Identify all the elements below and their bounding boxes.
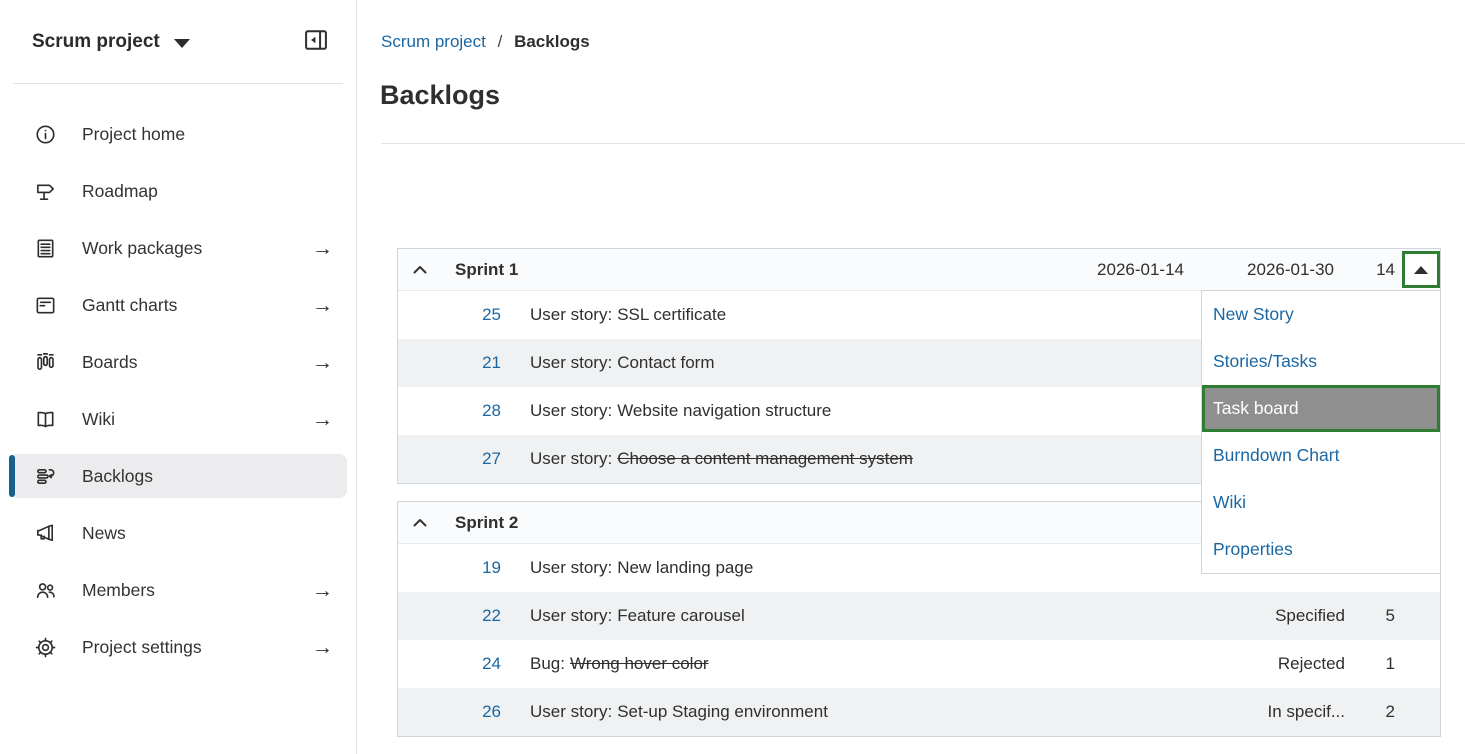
sidebar-item-members[interactable]: Members → — [9, 568, 347, 612]
sidebar-header: Scrum project — [0, 0, 356, 57]
wiki-icon — [34, 408, 61, 431]
work-package-title: User story:Choose a content management s… — [530, 449, 1175, 469]
sidebar-item-label: News — [82, 523, 333, 544]
sidebar-nav: Project home Roadmap Work packages → — [0, 84, 356, 669]
sprint-end-date: 2026-01-30 — [1184, 260, 1334, 280]
sidebar-item-label: Roadmap — [82, 181, 333, 202]
sidebar-item-project-home[interactable]: Project home — [9, 112, 347, 156]
sidebar-item-project-settings[interactable]: Project settings → — [9, 625, 347, 669]
work-packages-icon — [34, 237, 61, 260]
sidebar-item-label: Project settings — [82, 637, 312, 658]
project-name: Scrum project — [32, 31, 160, 53]
sprint-1-header: Sprint 1 2026-01-14 2026-01-30 14 — [398, 249, 1440, 291]
sprint-name: Sprint 1 — [442, 260, 1034, 280]
submenu-arrow-icon: → — [312, 637, 333, 658]
caret-down-icon — [174, 39, 190, 48]
work-package-id-link[interactable]: 22 — [398, 606, 501, 626]
table-row[interactable]: 22 User story:Feature carousel Specified… — [398, 592, 1440, 640]
work-package-points: 1 — [1345, 654, 1395, 674]
breadcrumb-separator: / — [498, 32, 503, 51]
work-package-status: Rejected — [1175, 654, 1345, 674]
sidebar-item-label: Project home — [82, 124, 333, 145]
menu-item-stories-tasks[interactable]: Stories/Tasks — [1202, 338, 1440, 385]
work-package-title: User story:Website navigation structure — [530, 401, 1175, 421]
breadcrumb-current: Backlogs — [514, 32, 590, 51]
breadcrumb: Scrum project / Backlogs — [381, 32, 590, 52]
submenu-arrow-icon: → — [312, 352, 333, 373]
menu-item-burndown-chart[interactable]: Burndown Chart — [1202, 432, 1440, 479]
app-window: Scrum project Project home — [0, 0, 1465, 754]
triangle-up-icon — [1414, 266, 1428, 274]
sprint-story-points: 14 — [1334, 260, 1395, 280]
menu-item-properties[interactable]: Properties — [1202, 526, 1440, 573]
menu-item-task-board[interactable]: Task board — [1202, 385, 1440, 432]
submenu-arrow-icon: → — [312, 409, 333, 430]
sidebar-item-backlogs[interactable]: Backlogs — [9, 454, 347, 498]
sidebar-item-label: Gantt charts — [82, 295, 312, 316]
roadmap-icon — [34, 180, 61, 203]
table-row[interactable]: 24 Bug:Wrong hover color Rejected 1 — [398, 640, 1440, 688]
work-package-points: 2 — [1345, 702, 1395, 722]
work-package-id-link[interactable]: 25 — [398, 305, 501, 325]
work-package-title: User story:SSL certificate — [530, 305, 1175, 325]
breadcrumb-project-link[interactable]: Scrum project — [381, 32, 486, 51]
sidebar-item-label: Members — [82, 580, 312, 601]
sidebar-item-label: Backlogs — [82, 466, 333, 487]
gantt-icon — [34, 294, 61, 317]
news-icon — [34, 522, 61, 545]
sidebar-item-wiki[interactable]: Wiki → — [9, 397, 347, 441]
main-content: Scrum project / Backlogs Backlogs Sprint… — [357, 0, 1465, 754]
title-divider — [381, 143, 1465, 144]
backlogs-icon — [34, 465, 61, 488]
sprint-menu-toggle-button[interactable] — [1402, 251, 1440, 288]
sprint-name: Sprint 2 — [442, 513, 1034, 533]
sprint-start-date: 2026-01-14 — [1034, 260, 1184, 280]
work-package-status: Specified — [1175, 606, 1345, 626]
chevron-up-icon — [413, 262, 427, 277]
submenu-arrow-icon: → — [312, 580, 333, 601]
work-package-title: User story:New landing page — [530, 558, 1175, 578]
collapse-sidebar-button[interactable] — [302, 26, 330, 57]
sidebar-item-roadmap[interactable]: Roadmap — [9, 169, 347, 213]
sidebar-item-label: Work packages — [82, 238, 312, 259]
sidebar-item-label: Boards — [82, 352, 312, 373]
sidebar-item-news[interactable]: News — [9, 511, 347, 555]
work-package-id-link[interactable]: 27 — [398, 449, 501, 469]
chevron-up-icon — [413, 515, 427, 530]
project-selector[interactable]: Scrum project — [32, 31, 190, 53]
submenu-arrow-icon: → — [312, 238, 333, 259]
collapse-sidebar-icon — [302, 26, 330, 57]
info-icon — [34, 123, 61, 146]
work-package-id-link[interactable]: 26 — [398, 702, 501, 722]
work-package-points: 5 — [1345, 606, 1395, 626]
settings-icon — [34, 636, 61, 659]
sidebar-item-label: Wiki — [82, 409, 312, 430]
work-package-title: User story:Contact form — [530, 353, 1175, 373]
work-package-title: User story:Feature carousel — [530, 606, 1175, 626]
submenu-arrow-icon: → — [312, 295, 333, 316]
sidebar-item-boards[interactable]: Boards → — [9, 340, 347, 384]
menu-item-new-story[interactable]: New Story — [1202, 291, 1440, 338]
sidebar-item-work-packages[interactable]: Work packages → — [9, 226, 347, 270]
work-package-id-link[interactable]: 21 — [398, 353, 501, 373]
sidebar: Scrum project Project home — [0, 0, 357, 754]
boards-icon — [34, 351, 61, 374]
work-package-id-link[interactable]: 24 — [398, 654, 501, 674]
menu-item-wiki[interactable]: Wiki — [1202, 479, 1440, 526]
work-package-title: Bug:Wrong hover color — [530, 654, 1175, 674]
page-title: Backlogs — [380, 80, 500, 111]
work-package-id-link[interactable]: 19 — [398, 558, 501, 578]
work-package-title: User story:Set-up Staging environment — [530, 702, 1175, 722]
collapse-sprint-2-button[interactable] — [398, 515, 442, 530]
members-icon — [34, 579, 61, 602]
collapse-sprint-1-button[interactable] — [398, 262, 442, 277]
sidebar-item-gantt-charts[interactable]: Gantt charts → — [9, 283, 347, 327]
work-package-id-link[interactable]: 28 — [398, 401, 501, 421]
work-package-status: In specif... — [1175, 702, 1345, 722]
sprint-context-menu: New Story Stories/Tasks Task board Burnd… — [1201, 290, 1441, 574]
table-row[interactable]: 26 User story:Set-up Staging environment… — [398, 688, 1440, 736]
